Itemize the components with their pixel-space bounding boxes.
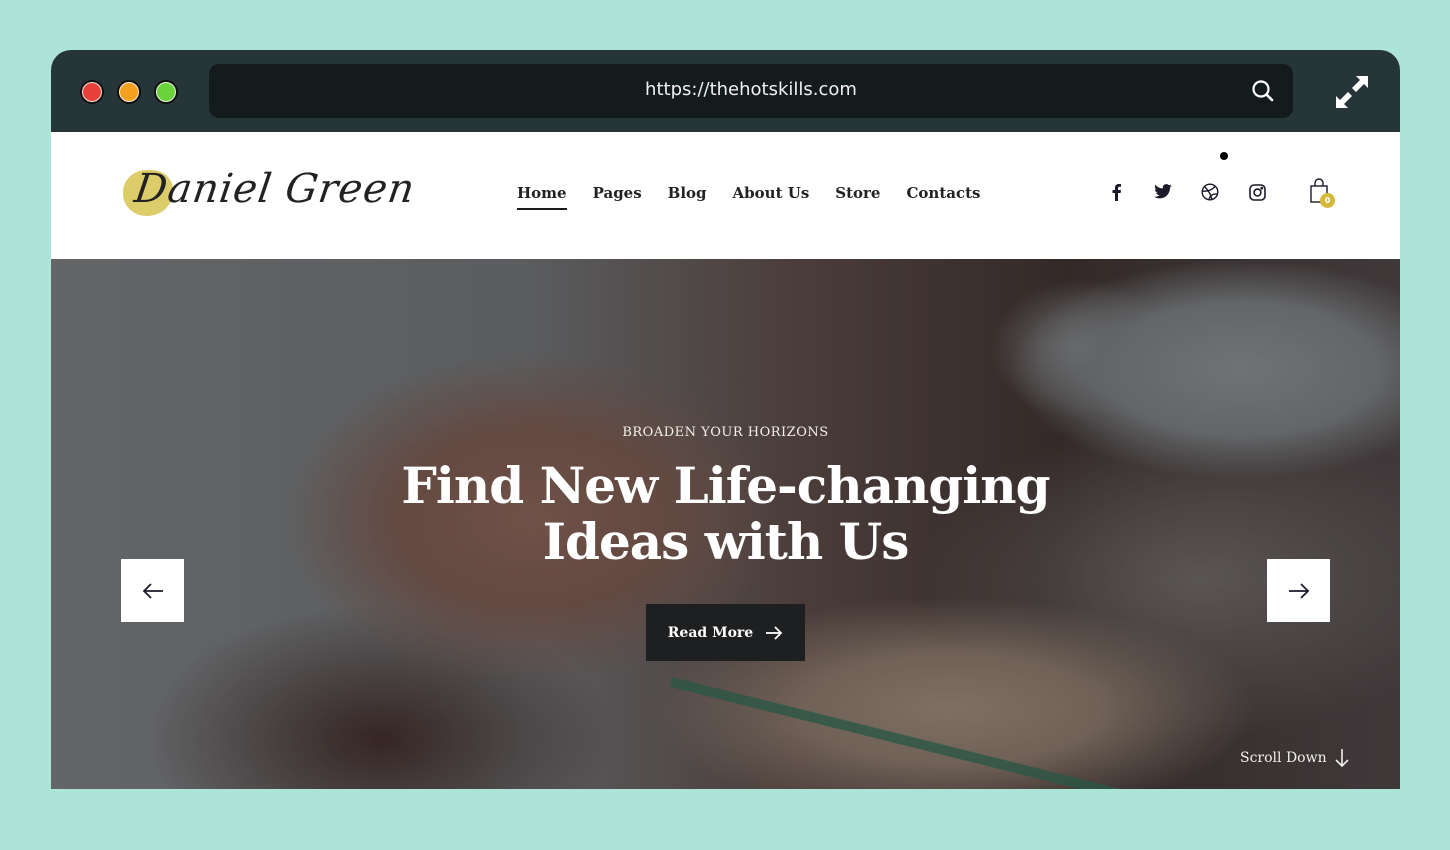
instagram-icon[interactable] <box>1247 182 1267 202</box>
hero-content: BROADEN YOUR HORIZONS Find New Life-chan… <box>51 425 1400 570</box>
logo[interactable]: Daniel Green <box>121 164 418 234</box>
cursor-dot <box>1220 152 1228 160</box>
address-bar[interactable]: https://thehotskills.com <box>209 64 1293 118</box>
site-header: Daniel Green Home Pages Blog About Us St… <box>51 132 1400 259</box>
maximize-window-button[interactable] <box>154 80 178 104</box>
nav-item-contacts[interactable]: Contacts <box>906 184 980 210</box>
nav-item-about-us[interactable]: About Us <box>733 184 810 210</box>
hero-title-line-1: Find New Life-changing <box>401 456 1050 515</box>
social-links <box>1106 182 1267 202</box>
twitter-icon[interactable] <box>1153 182 1173 202</box>
hero-slider: BROADEN YOUR HORIZONS Find New Life-chan… <box>51 259 1400 789</box>
expand-icon[interactable] <box>1334 74 1370 110</box>
nav-item-store[interactable]: Store <box>835 184 880 210</box>
minimize-window-button[interactable] <box>117 80 141 104</box>
main-nav: Home Pages Blog About Us Store Contacts <box>517 184 981 210</box>
cart-button[interactable]: 0 <box>1309 178 1337 208</box>
hero-title: Find New Life-changing Ideas with Us <box>51 458 1400 570</box>
scroll-down-link[interactable]: Scroll Down <box>1240 748 1349 768</box>
hero-background-image <box>669 677 1352 789</box>
close-window-button[interactable] <box>80 80 104 104</box>
nav-item-pages[interactable]: Pages <box>593 184 642 210</box>
hero-eyebrow: BROADEN YOUR HORIZONS <box>622 425 829 440</box>
cart-count-badge: 0 <box>1320 193 1335 208</box>
browser-window: https://thehotskills.com Daniel Green Ho… <box>51 50 1400 789</box>
nav-item-home[interactable]: Home <box>517 184 567 210</box>
url-text[interactable]: https://thehotskills.com <box>209 79 1293 100</box>
arrow-right-icon <box>1288 582 1309 599</box>
dribbble-icon[interactable] <box>1200 182 1220 202</box>
arrow-down-icon <box>1335 749 1349 768</box>
hero-title-line-2: Ideas with Us <box>542 512 910 571</box>
scroll-down-label: Scroll Down <box>1240 750 1327 766</box>
slider-next-button[interactable] <box>1267 559 1330 622</box>
facebook-icon[interactable] <box>1106 182 1126 202</box>
arrow-left-icon <box>142 582 163 599</box>
search-icon[interactable] <box>1251 79 1275 103</box>
read-more-label: Read More <box>667 624 754 641</box>
arrow-right-icon <box>766 625 783 640</box>
slider-prev-button[interactable] <box>121 559 184 622</box>
logo-text: Daniel Green <box>131 166 419 212</box>
read-more-button[interactable]: Read More <box>646 604 805 661</box>
nav-item-blog[interactable]: Blog <box>668 184 707 210</box>
browser-toolbar: https://thehotskills.com <box>51 50 1400 132</box>
